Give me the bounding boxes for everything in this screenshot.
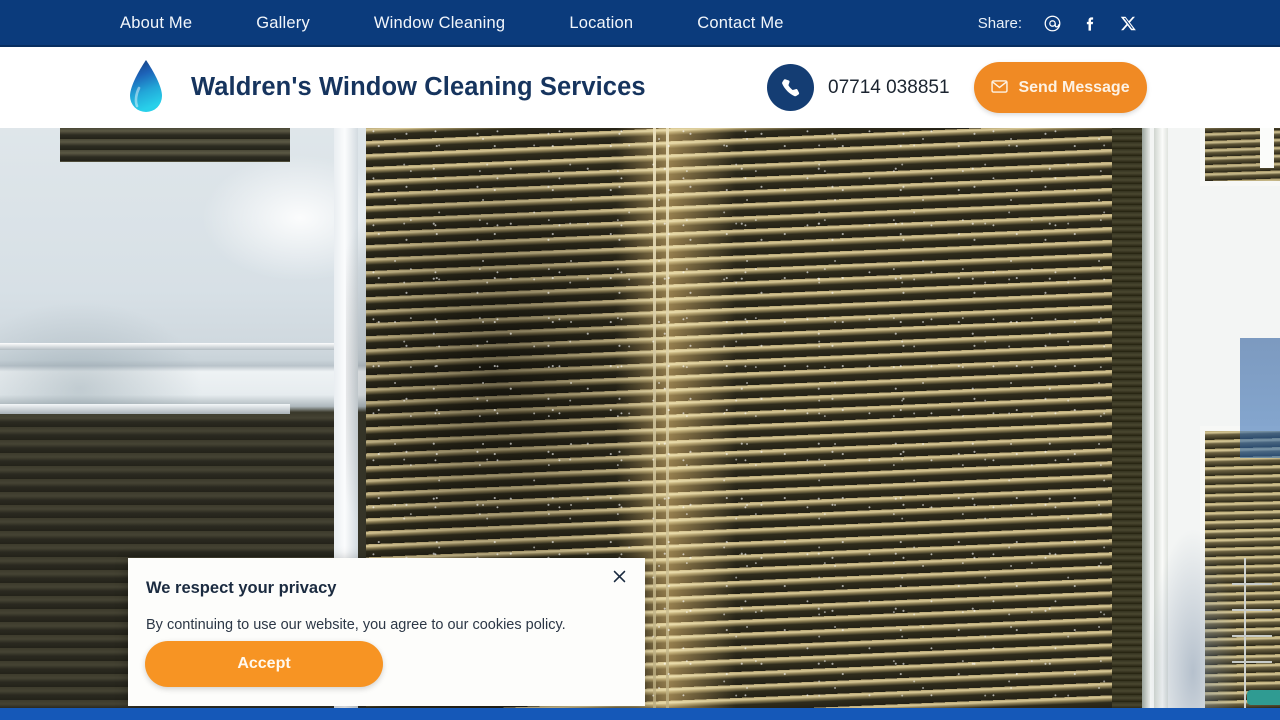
hero-teal-item bbox=[1247, 690, 1280, 705]
hero-upper-blind bbox=[60, 128, 290, 162]
nav-item-about-me[interactable]: About Me bbox=[120, 10, 192, 37]
nav-item-gallery[interactable]: Gallery bbox=[256, 10, 310, 37]
nav-item-window-cleaning[interactable]: Window Cleaning bbox=[374, 10, 505, 37]
hero-clothes-airer-rails bbox=[1232, 583, 1272, 585]
accept-cookies-button[interactable]: Accept bbox=[145, 641, 383, 687]
phone-number: 07714 038851 bbox=[828, 76, 950, 98]
phone-link[interactable]: 07714 038851 bbox=[767, 64, 950, 111]
cookie-banner-title: We respect your privacy bbox=[146, 579, 337, 597]
send-message-label: Send Message bbox=[1018, 78, 1130, 96]
top-navigation-bar: About Me Gallery Window Cleaning Locatio… bbox=[0, 0, 1280, 47]
envelope-icon bbox=[990, 77, 1009, 99]
cookie-consent-banner: We respect your privacy By continuing to… bbox=[128, 558, 645, 706]
water-droplet-logo bbox=[126, 58, 166, 118]
page-title: Waldren's Window Cleaning Services bbox=[191, 73, 646, 101]
hero-rail bbox=[0, 343, 345, 350]
facebook-share-icon[interactable] bbox=[1078, 12, 1102, 36]
x-twitter-share-icon[interactable] bbox=[1116, 12, 1140, 36]
hero-blue-reflection bbox=[1240, 338, 1280, 458]
site-header: Waldren's Window Cleaning Services 07714… bbox=[0, 47, 1280, 128]
footer-color-strip bbox=[0, 708, 1280, 720]
hero-right-dark-strip bbox=[1112, 128, 1142, 708]
main-nav-list: About Me Gallery Window Cleaning Locatio… bbox=[120, 10, 784, 37]
header-contact-group: 07714 038851 Send Message bbox=[767, 47, 1147, 128]
send-message-button[interactable]: Send Message bbox=[973, 62, 1147, 113]
cookie-banner-text: By continuing to use our website, you ag… bbox=[146, 617, 566, 633]
close-icon[interactable] bbox=[605, 562, 633, 590]
nav-item-location[interactable]: Location bbox=[569, 10, 633, 37]
phone-icon bbox=[767, 64, 814, 111]
share-section: Share: bbox=[978, 0, 1140, 47]
share-label: Share: bbox=[977, 15, 1022, 32]
hero-right-top-bar bbox=[1260, 128, 1274, 168]
brand-logo-link[interactable]: Waldren's Window Cleaning Services bbox=[126, 58, 646, 118]
hero-clothes-airer bbox=[1244, 558, 1246, 708]
email-share-icon[interactable] bbox=[1040, 12, 1064, 36]
hero-right-window-frames bbox=[1112, 128, 1280, 708]
hero-lower-shadow bbox=[1148, 528, 1238, 708]
page-root: About Me Gallery Window Cleaning Locatio… bbox=[0, 0, 1280, 720]
nav-item-contact-me[interactable]: Contact Me bbox=[697, 10, 783, 37]
